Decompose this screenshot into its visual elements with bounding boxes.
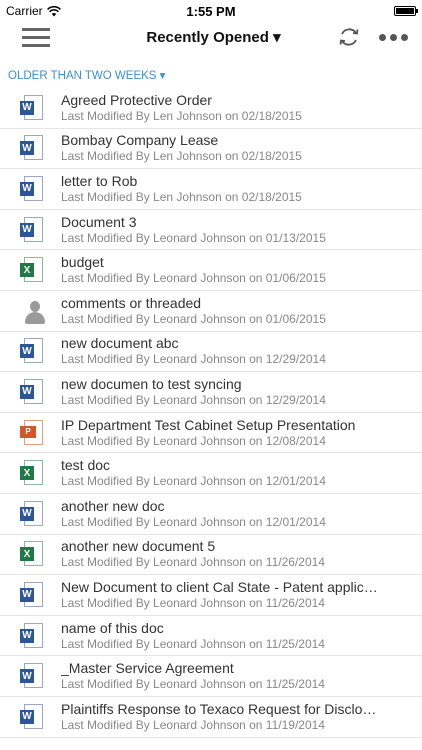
document-text: comments or threaded Last Modified By Leo… [61,295,422,327]
document-name: Agreed Protective Order [61,91,212,108]
document-row[interactable]: Wletter to Rob Last Modified By Len Johns… [0,169,422,210]
document-name: Document 3 [61,213,137,230]
document-meta: Last Modified By Leonard Johnson on 12/2… [61,352,326,367]
document-row[interactable]: W Plaintiffs Response to Texaco Request f… [0,697,422,738]
document-meta: Last Modified By Leonard Johnson on 11/2… [61,595,325,610]
document-meta: Last Modified By Leonard Johnson on 11/2… [61,677,325,692]
document-name: another new document 5 [61,538,216,555]
document-text: new document abc Last Modified By Leonard… [61,335,422,367]
more-icon[interactable] [378,33,408,41]
document-row[interactable]: Wname of this doc Last Modified By Leonar… [0,616,422,657]
document-row[interactable]: W New Document to client Cal State - Pate… [0,575,422,616]
word-document-icon: W [20,662,46,690]
document-text: test doc Last Modified By Leonard Johnson… [61,457,422,489]
word-document-icon: W [20,500,46,528]
document-text: _Master Service Agreement Last Modified B… [61,660,422,692]
word-document-icon: W [20,378,46,406]
document-row[interactable]: W Agreed Protective Order Last Modified By… [0,88,422,129]
word-document-icon: W [20,134,46,162]
word-document-icon: W [20,175,46,203]
document-name: Plaintiffs Response to Texaco Request fo… [61,700,377,717]
document-row[interactable]: Wanother new doc Last Modified By Leonard… [0,494,422,535]
document-name: comments or threaded [61,294,202,311]
word-document-icon: W [20,337,46,365]
document-meta: Last Modified By Leonard Johnson on 01/1… [61,230,326,245]
navbar: Recently Opened ▾ [0,22,422,52]
document-meta: Last Modified By Leonard Johnson on 11/2… [61,555,325,570]
document-name: _Master Service Agreement [61,660,234,677]
document-meta: Last Modified By Len Johnson on 02/18/20… [61,149,302,164]
navbar-actions [337,25,408,49]
document-text: Document 3 Last Modified By Leonard Johns… [61,214,422,246]
document-row[interactable]: Xbudget Last Modified By Leonard Johnson … [0,250,422,291]
battery-icon [394,6,418,16]
document-text: Plaintiffs Response to Texaco Request fo… [61,701,422,733]
document-name: new document abc [61,335,179,352]
word-document-icon: W [20,581,46,609]
wifi-icon [46,5,61,16]
section-header-older[interactable]: OLDER THAN TWO WEEKS ▾ [0,52,422,88]
word-document-icon: W [20,94,46,122]
document-name: test doc [61,457,111,474]
document-name: New Document to client Cal State - Paten… [61,578,378,595]
document-name: budget [61,254,104,271]
document-text: new documen to test syncing Last Modified… [61,376,422,408]
document-text: name of this doc Last Modified By Leonard… [61,620,422,652]
excel-document-icon: X [20,459,46,487]
document-row[interactable]: Wnew document abc Last Modified By Leonar… [0,332,422,373]
word-document-icon: W [20,216,46,244]
document-row[interactable]: W Document 3 Last Modified By Leonard John… [0,210,422,251]
document-meta: Last Modified By Leonard Johnson on 12/0… [61,474,326,489]
document-meta: Last Modified By Len Johnson on 02/18/20… [61,189,302,204]
document-text: letter to Rob Last Modified By Len Johnso… [61,173,422,205]
document-name: Bombay Company Lease [61,132,219,149]
document-name: new documen to test syncing [61,375,242,392]
document-text: New Document to client Cal State - Paten… [61,579,422,611]
person-icon [22,299,48,327]
status-left: Carrier [6,4,61,18]
document-meta: Last Modified By Leonard Johnson on 12/2… [61,392,326,407]
menu-icon[interactable] [22,27,50,47]
document-meta: Last Modified By Leonard Johnson on 12/0… [61,433,326,448]
document-name: another new doc [61,497,165,514]
status-bar: Carrier 1:55 PM [0,0,422,22]
document-name: name of this doc [61,619,164,636]
document-meta: Last Modified By Leonard Johnson on 11/1… [61,717,325,732]
word-document-icon: W [20,703,46,731]
document-row[interactable]: comments or threaded Last Modified By Leo… [0,291,422,332]
document-text: another new doc Last Modified By Leonard … [61,498,422,530]
document-row[interactable]: W _Master Service Agreement Last Modified … [0,656,422,697]
document-text: Agreed Protective Order Last Modified By … [61,92,422,124]
document-text: Bombay Company Lease Last Modified By Len… [61,132,422,164]
document-row[interactable]: Wnew documen to test syncing Last Modifie… [0,372,422,413]
ppt-document-icon: P [20,419,46,447]
document-row[interactable]: P IP Department Test Cabinet Setup Presen… [0,413,422,454]
document-text: IP Department Test Cabinet Setup Present… [61,417,422,449]
document-meta: Last Modified By Leonard Johnson on 12/0… [61,514,326,529]
document-meta: Last Modified By Leonard Johnson on 01/0… [61,271,326,286]
excel-document-icon: X [20,540,46,568]
carrier-label: Carrier [6,4,43,18]
document-meta: Last Modified By Len Johnson on 02/18/20… [61,108,302,123]
document-name: letter to Rob [61,172,138,189]
view-selector[interactable]: Recently Opened ▾ [146,28,280,46]
excel-document-icon: X [20,256,46,284]
document-row[interactable]: Xtest doc Last Modified By Leonard Johnso… [0,453,422,494]
document-row[interactable]: W Bombay Company Lease Last Modified By Le… [0,129,422,170]
document-name: IP Department Test Cabinet Setup Present… [61,416,356,433]
status-time: 1:55 PM [186,3,236,19]
document-meta: Last Modified By Leonard Johnson on 11/2… [61,636,325,651]
document-text: budget Last Modified By Leonard Johnson o… [61,254,422,286]
sync-icon[interactable] [337,25,361,49]
document-meta: Last Modified By Leonard Johnson on 01/0… [61,311,326,326]
word-document-icon: W [20,622,46,650]
document-row[interactable]: Xanother new document 5 Last Modified By … [0,535,422,576]
document-list: W Agreed Protective Order Last Modified By… [0,88,422,738]
document-text: another new document 5 Last Modified By L… [61,538,422,570]
